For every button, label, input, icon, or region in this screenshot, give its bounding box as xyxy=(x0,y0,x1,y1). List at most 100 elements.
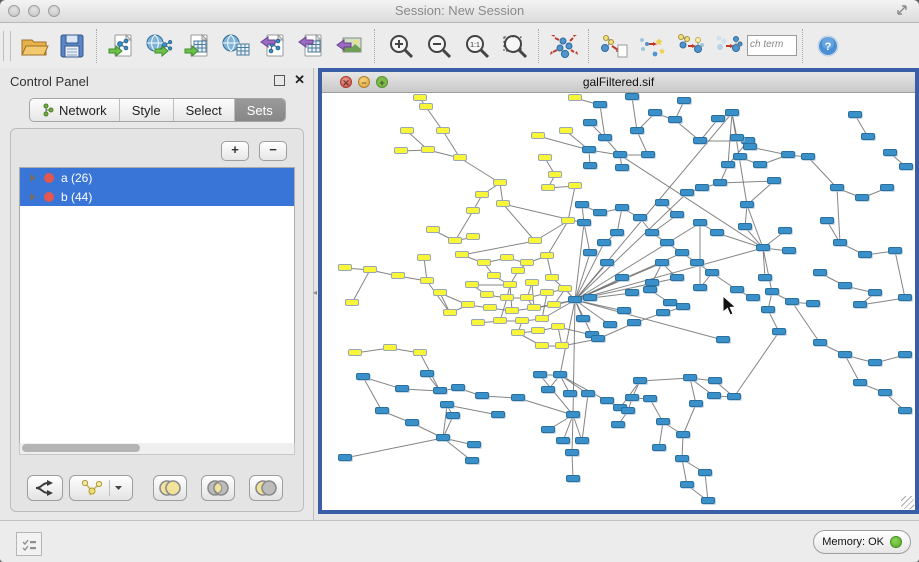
graph-node[interactable] xyxy=(491,411,505,418)
graph-node[interactable] xyxy=(547,301,561,308)
save-session-button[interactable] xyxy=(53,28,91,64)
import-table-file-button[interactable] xyxy=(179,28,217,64)
graph-node[interactable] xyxy=(561,217,575,224)
tab-style[interactable]: Style xyxy=(120,99,174,121)
graph-node[interactable] xyxy=(475,392,489,399)
graph-node[interactable] xyxy=(758,274,772,281)
graph-node[interactable] xyxy=(568,296,582,303)
graph-node[interactable] xyxy=(566,411,580,418)
tab-network[interactable]: Network xyxy=(30,99,120,121)
graph-node[interactable] xyxy=(541,426,555,433)
first-neighbors-button[interactable] xyxy=(671,28,709,64)
graph-node[interactable] xyxy=(436,434,450,441)
graph-node[interactable] xyxy=(583,162,597,169)
graph-node[interactable] xyxy=(500,294,514,301)
graph-node[interactable] xyxy=(689,400,703,407)
graph-node[interactable] xyxy=(676,431,690,438)
graph-node[interactable] xyxy=(593,101,607,108)
graph-node[interactable] xyxy=(583,294,597,301)
graph-node[interactable] xyxy=(683,374,697,381)
task-history-button[interactable] xyxy=(16,532,42,556)
tab-sets[interactable]: Sets xyxy=(235,99,285,121)
graph-node[interactable] xyxy=(493,317,507,324)
graph-node[interactable] xyxy=(433,289,447,296)
graph-node[interactable] xyxy=(511,394,525,401)
graph-node[interactable] xyxy=(848,111,862,118)
graph-node[interactable] xyxy=(440,401,454,408)
graph-node[interactable] xyxy=(806,300,820,307)
graph-node[interactable] xyxy=(394,147,408,154)
graph-node[interactable] xyxy=(600,259,614,266)
split-set-button[interactable] xyxy=(27,475,63,501)
graph-node[interactable] xyxy=(535,342,549,349)
graph-node[interactable] xyxy=(813,339,827,346)
graph-node[interactable] xyxy=(733,153,747,160)
graph-node[interactable] xyxy=(898,294,912,301)
graph-node[interactable] xyxy=(761,306,775,313)
export-image-button[interactable] xyxy=(331,28,369,64)
tab-select[interactable]: Select xyxy=(174,99,235,121)
graph-node[interactable] xyxy=(487,272,501,279)
graph-node[interactable] xyxy=(540,252,554,259)
graph-node[interactable] xyxy=(577,219,591,226)
graph-node[interactable] xyxy=(648,109,662,116)
graph-node[interactable] xyxy=(656,309,670,316)
graph-node[interactable] xyxy=(471,319,485,326)
graph-node[interactable] xyxy=(426,226,440,233)
graph-node[interactable] xyxy=(493,179,507,186)
graph-node[interactable] xyxy=(413,349,427,356)
set-union-button[interactable] xyxy=(153,475,187,501)
graph-node[interactable] xyxy=(652,444,666,451)
graph-node[interactable] xyxy=(656,418,670,425)
show-graphics-details-button[interactable] xyxy=(633,28,671,64)
graph-node[interactable] xyxy=(556,437,570,444)
graph-node[interactable] xyxy=(785,298,799,305)
graph-node[interactable] xyxy=(767,177,781,184)
network-window-titlebar[interactable]: ✕ − + galFiltered.sif xyxy=(322,72,915,93)
graph-node[interactable] xyxy=(743,143,757,150)
network-canvas[interactable] xyxy=(322,93,915,510)
graph-node[interactable] xyxy=(525,279,539,286)
graph-node[interactable] xyxy=(695,184,709,191)
graph-node[interactable] xyxy=(690,259,704,266)
graph-node[interactable] xyxy=(753,161,767,168)
graph-node[interactable] xyxy=(888,247,902,254)
graph-node[interactable] xyxy=(515,317,529,324)
horizontal-scrollbar[interactable] xyxy=(19,443,295,455)
graph-node[interactable] xyxy=(511,267,525,274)
graph-node[interactable] xyxy=(693,219,707,226)
graph-node[interactable] xyxy=(615,204,629,211)
graph-node[interactable] xyxy=(738,223,752,230)
graph-node[interactable] xyxy=(583,119,597,126)
graph-node[interactable] xyxy=(568,94,582,101)
graph-node[interactable] xyxy=(496,200,510,207)
graph-node[interactable] xyxy=(670,211,684,218)
graph-node[interactable] xyxy=(520,294,534,301)
graph-node[interactable] xyxy=(533,371,547,378)
graph-node[interactable] xyxy=(603,321,617,328)
graph-node[interactable] xyxy=(540,289,554,296)
graph-node[interactable] xyxy=(541,386,555,393)
graph-node[interactable] xyxy=(538,154,552,161)
graph-node[interactable] xyxy=(480,291,494,298)
graph-node[interactable] xyxy=(413,94,427,101)
graph-node[interactable] xyxy=(541,184,555,191)
graph-node[interactable] xyxy=(868,359,882,366)
resize-window-icon[interactable] xyxy=(895,3,911,19)
graph-node[interactable] xyxy=(528,237,542,244)
create-set-from-network-button[interactable] xyxy=(69,475,133,501)
graph-node[interactable] xyxy=(545,274,559,281)
import-table-web-button[interactable] xyxy=(217,28,255,64)
graph-node[interactable] xyxy=(782,247,796,254)
resize-grip[interactable] xyxy=(901,496,914,509)
graph-node[interactable] xyxy=(772,328,786,335)
graph-node[interactable] xyxy=(553,371,567,378)
show-hide-selection-button[interactable] xyxy=(709,28,747,64)
graph-node[interactable] xyxy=(853,301,867,308)
apply-layout-button[interactable] xyxy=(545,28,583,64)
graph-node[interactable] xyxy=(833,239,847,246)
graph-node[interactable] xyxy=(505,307,519,314)
graph-node[interactable] xyxy=(363,266,377,273)
graph-node[interactable] xyxy=(820,217,834,224)
graph-node[interactable] xyxy=(576,315,590,322)
